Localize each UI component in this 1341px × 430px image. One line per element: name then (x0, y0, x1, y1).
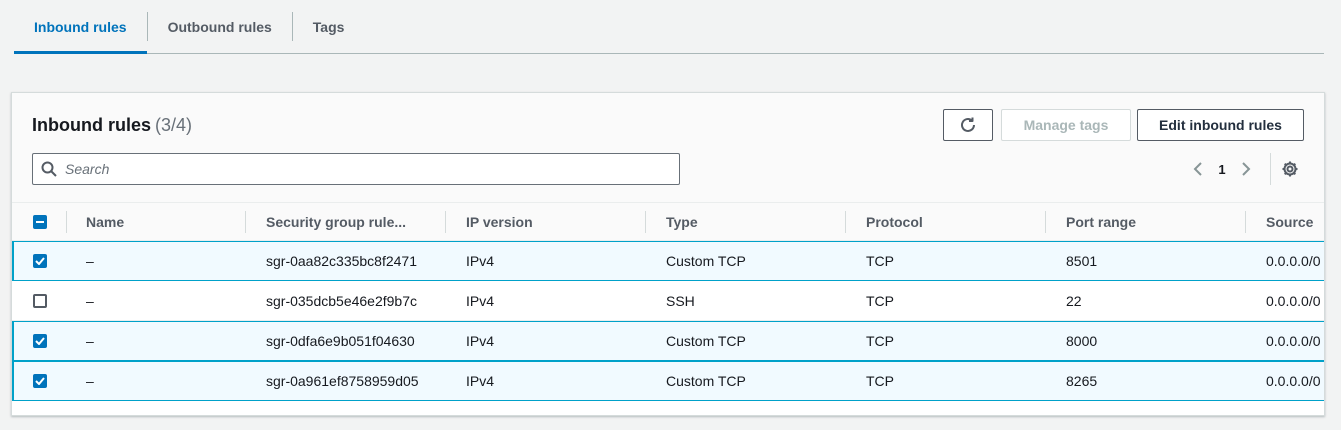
cell-type: Custom TCP (666, 333, 746, 349)
edit-inbound-rules-button[interactable]: Edit inbound rules (1137, 109, 1304, 141)
chevron-right-icon (1242, 162, 1251, 176)
selection-count: (3/4) (155, 115, 193, 135)
column-header-name[interactable]: Name (86, 203, 124, 241)
cell-protocol: TCP (866, 292, 894, 309)
checkmark-icon (35, 377, 45, 385)
cell-ip-version: IPv4 (466, 292, 495, 309)
panel-title-text: Inbound rules (32, 115, 151, 135)
minus-icon (36, 221, 44, 223)
column-divider (1045, 211, 1046, 233)
column-header-protocol[interactable]: Protocol (866, 203, 923, 241)
previous-page-button[interactable] (1187, 158, 1209, 180)
tab-bar: Inbound rules Outbound rules Tags (14, 0, 1324, 54)
next-page-button[interactable] (1235, 158, 1257, 180)
table-row[interactable]: – sgr-0a961ef8758959d05 IPv4 Custom TCP … (12, 361, 1324, 401)
cell-ip-version: IPv4 (466, 253, 495, 269)
column-label: Security group rule... (266, 214, 407, 230)
checkmark-icon (35, 337, 45, 345)
table-header: Name Security group rule... IP version T… (12, 203, 1324, 337)
column-label: Port range (1066, 214, 1137, 230)
column-divider (245, 211, 246, 233)
cell-rule-id: sgr-0aa82c335bc8f2471 (266, 253, 418, 269)
column-divider (1245, 211, 1246, 233)
cell-port-range: 8000 (1066, 333, 1098, 349)
cell-name: – (86, 373, 94, 389)
cell-name: – (86, 292, 94, 309)
pagination: 1 (1187, 157, 1257, 181)
row-checkbox[interactable] (33, 254, 47, 268)
column-header-type[interactable]: Type (666, 203, 698, 241)
table-row[interactable]: – sgr-035dcb5e46e2f9b7c IPv4 SSH TCP 22 … (12, 281, 1324, 321)
cell-protocol: TCP (866, 253, 894, 269)
column-label: Protocol (866, 214, 923, 230)
cell-port-range: 22 (1066, 292, 1082, 309)
refresh-icon (961, 117, 975, 132)
table-row[interactable]: – sgr-0aa82c335bc8f2471 IPv4 Custom TCP … (12, 241, 1324, 281)
cell-name: – (86, 333, 94, 349)
checkmark-icon (35, 257, 45, 265)
refresh-button[interactable] (943, 109, 993, 141)
cell-source: 0.0.0.0/0 (1266, 373, 1321, 389)
search-box[interactable] (32, 153, 680, 185)
column-divider (66, 211, 67, 233)
cell-type: Custom TCP (666, 373, 746, 389)
column-label: Source (1266, 214, 1314, 230)
row-checkbox[interactable] (33, 374, 47, 388)
cell-rule-id: sgr-035dcb5e46e2f9b7c (266, 292, 418, 309)
cell-type: Custom TCP (666, 253, 746, 269)
column-label: IP version (466, 214, 533, 230)
table-settings-button[interactable] (1280, 159, 1300, 179)
search-input[interactable] (65, 161, 645, 177)
tab-tags[interactable]: Tags (293, 0, 365, 53)
tab-inbound-rules[interactable]: Inbound rules (14, 0, 147, 54)
cell-port-range: 8501 (1066, 253, 1098, 269)
gear-icon (1282, 161, 1298, 177)
table-row[interactable]: – sgr-0dfa6e9b051f04630 IPv4 Custom TCP … (12, 321, 1324, 361)
column-divider (645, 211, 646, 233)
cell-rule-id: sgr-0dfa6e9b051f04630 (266, 333, 415, 349)
column-header-source[interactable]: Source (1266, 203, 1313, 241)
cell-port-range: 8265 (1066, 373, 1098, 389)
select-all-checkbox[interactable] (33, 215, 47, 229)
cell-name: – (86, 253, 94, 269)
row-checkbox[interactable] (33, 334, 47, 348)
cell-rule-id: sgr-0a961ef8758959d05 (266, 373, 419, 389)
pager-divider (1270, 153, 1271, 185)
column-label: Type (666, 214, 698, 230)
current-page[interactable]: 1 (1209, 162, 1235, 177)
cell-source: 0.0.0.0/0 (1266, 333, 1321, 349)
column-header-rule-id[interactable]: Security group rule... (266, 203, 406, 241)
cell-ip-version: IPv4 (466, 373, 495, 389)
search-icon (41, 161, 57, 177)
cell-type: SSH (666, 292, 695, 309)
panel-title: Inbound rules (3/4) (32, 115, 192, 136)
tab-outbound-rules[interactable]: Outbound rules (148, 0, 292, 53)
column-header-port-range[interactable]: Port range (1066, 203, 1136, 241)
cell-source: 0.0.0.0/0 (1266, 253, 1321, 269)
cell-protocol: TCP (866, 373, 894, 389)
manage-tags-button[interactable]: Manage tags (1001, 109, 1131, 141)
column-divider (445, 211, 446, 233)
inbound-rules-panel: Inbound rules (3/4) Manage tags Edit inbo… (11, 92, 1325, 416)
cell-protocol: TCP (866, 333, 894, 349)
cell-source: 0.0.0.0/0 (1266, 292, 1321, 309)
column-divider (845, 211, 846, 233)
chevron-left-icon (1193, 162, 1202, 176)
cell-ip-version: IPv4 (466, 333, 495, 349)
select-all-cell[interactable] (33, 203, 47, 241)
column-header-ip-version[interactable]: IP version (466, 203, 533, 241)
row-checkbox[interactable] (33, 293, 47, 308)
column-label: Name (86, 214, 125, 230)
